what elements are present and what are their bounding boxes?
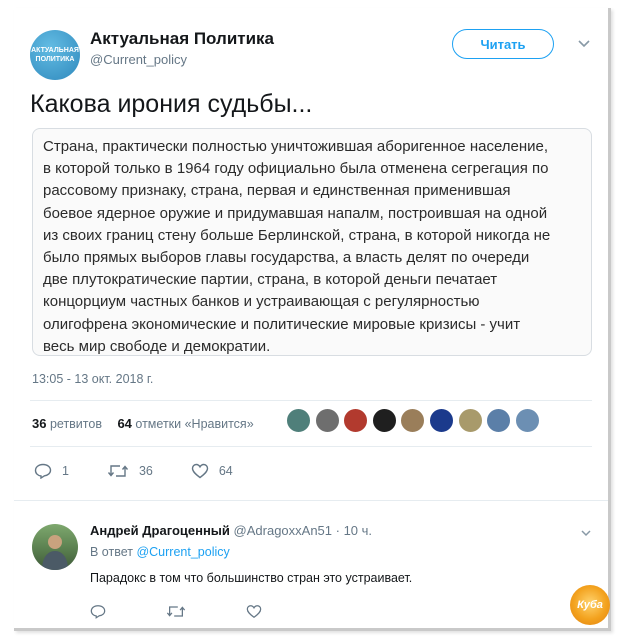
like-action[interactable]: 64 (191, 463, 233, 479)
quote-text: Страна, практически полностью уничтоживш… (43, 136, 589, 358)
chevron-down-icon[interactable] (577, 36, 591, 50)
person-photo (42, 535, 68, 570)
tweet-text: Какова ирония судьбы... (30, 90, 313, 118)
quote-line: в которой только в 1964 году официально … (43, 160, 549, 178)
quote-line: олигофрена экономические и политические … (43, 315, 521, 333)
quote-line: рассовому признаку, страна, первая и еди… (43, 182, 511, 200)
watermark-text: Куба (577, 599, 603, 611)
reply-actions (90, 604, 322, 624)
quote-line: Страна, практически полностью уничтоживш… (43, 138, 549, 155)
like-count: 64 (218, 464, 233, 478)
liker-avatar[interactable] (314, 408, 340, 433)
liker-avatar[interactable] (486, 408, 512, 433)
divider (14, 500, 608, 501)
retweets-count: 36 (32, 416, 47, 431)
retweet-icon (166, 606, 186, 617)
retweet-count: 36 (138, 464, 153, 478)
reply-icon (34, 463, 52, 479)
liker-avatar[interactable] (286, 408, 311, 433)
follow-button[interactable]: Читать (452, 29, 554, 59)
tweet-card: АКТУАЛЬНАЯ ПОЛИТИКА Актуальная Политика … (14, 8, 611, 631)
liker-avatar[interactable] (400, 408, 426, 433)
quote-image[interactable]: Страна, практически полностью уничтоживш… (32, 128, 592, 356)
quote-line: из своих границ стену больше Берлинской,… (43, 226, 551, 244)
likes-stat[interactable]: 64 отметки «Нравится» (117, 416, 254, 431)
heart-icon (246, 605, 262, 619)
likes-count: 64 (117, 416, 132, 431)
reply-to-prefix: В ответ (90, 545, 133, 559)
quote-line: весь мир свободе и демократии. (43, 337, 271, 355)
quote-line: концорциум частных банков и устраивающая… (43, 293, 480, 311)
author-avatar[interactable]: АКТУАЛЬНАЯ ПОЛИТИКА (30, 30, 80, 80)
reply-icon (90, 605, 106, 619)
liker-avatar[interactable] (371, 408, 397, 433)
author-name[interactable]: Актуальная Политика (90, 29, 274, 49)
liker-avatar[interactable] (428, 408, 454, 433)
reply-author-handle[interactable]: @AdragoxxAn51 (234, 523, 332, 538)
liker-avatars (286, 408, 543, 433)
reply-action[interactable]: 1 (34, 463, 69, 479)
chevron-down-icon[interactable] (580, 527, 592, 539)
retweets-stat[interactable]: 36 ретвитов (32, 416, 105, 431)
reply-retweet-action[interactable] (166, 604, 186, 624)
quote-line: было прямых выборов главы государства, а… (43, 249, 530, 267)
author-handle[interactable]: @Current_policy (90, 52, 187, 67)
liker-avatar[interactable] (343, 408, 369, 433)
quote-line: две плутократические партии, страна, в к… (43, 271, 498, 289)
retweet-action[interactable]: 36 (107, 463, 153, 479)
heart-icon (191, 463, 209, 479)
tweet-timestamp[interactable]: 13:05 - 13 окт. 2018 г. (32, 372, 153, 386)
divider (30, 400, 592, 401)
divider (30, 446, 592, 447)
watermark-logo: Куба (570, 585, 610, 625)
reply-header: Андрей Драгоценный @AdragoxxAn51 · 10 ч. (90, 523, 372, 538)
tweet-stats: 36 ретвитов 64 отметки «Нравится» (32, 416, 266, 431)
reply-reply-action[interactable] (90, 604, 106, 624)
reply-author-avatar[interactable] (32, 524, 78, 570)
tweet-actions: 1 36 64 (34, 463, 271, 479)
reply-count: 1 (62, 464, 69, 478)
liker-avatar[interactable] (457, 408, 483, 433)
quote-line: боевое ядерное оружие и придумавшая напа… (43, 204, 548, 222)
avatar-text: АКТУАЛЬНАЯ ПОЛИТИКА (31, 47, 79, 63)
likes-label: отметки «Нравится» (135, 417, 254, 431)
reply-like-action[interactable] (246, 604, 262, 624)
retweets-label: ретвитов (49, 417, 102, 431)
reply-time[interactable]: · 10 ч. (336, 523, 372, 538)
liker-avatar[interactable] (514, 408, 540, 433)
retweet-icon (107, 465, 128, 477)
reply-to-mention[interactable]: @Current_policy (136, 545, 229, 559)
reply-to-line: В ответ @Current_policy (90, 545, 230, 559)
reply-author-name[interactable]: Андрей Драгоценный (90, 523, 230, 538)
reply-text: Парадокс в том что большинство стран это… (90, 571, 413, 585)
